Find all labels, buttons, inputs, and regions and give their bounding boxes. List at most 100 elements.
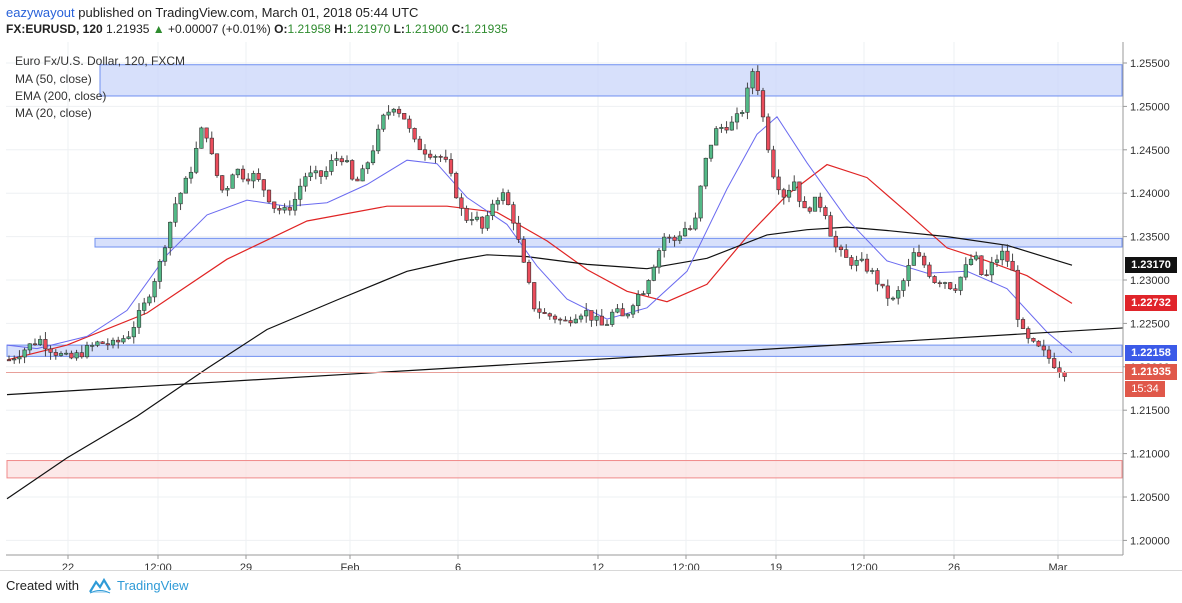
candle-down <box>807 207 812 212</box>
candle-down <box>105 343 110 346</box>
candle-up <box>630 305 636 315</box>
candle-up <box>792 181 797 191</box>
candle-down <box>672 236 677 241</box>
candle-down <box>506 192 511 206</box>
candle-up <box>64 352 69 355</box>
candle-up <box>958 276 963 291</box>
price-tick-label: 1.22500 <box>1130 318 1170 330</box>
legend-ma50[interactable]: MA (50, close) <box>15 72 92 86</box>
candle-down <box>116 339 121 343</box>
candle-up <box>381 114 386 130</box>
trendline <box>6 327 1128 396</box>
candle-up <box>786 189 792 198</box>
candle-up <box>490 203 495 216</box>
candle-up <box>178 192 183 205</box>
candle-up <box>292 198 298 211</box>
candle-up <box>1000 250 1005 261</box>
candle-down <box>932 276 937 283</box>
candle-up <box>594 315 599 321</box>
candle-down <box>412 128 417 140</box>
time-tick-label: 12:00 <box>850 562 878 570</box>
candle-up <box>308 172 313 178</box>
candle-down <box>396 108 402 114</box>
candle-up <box>334 158 339 161</box>
candle-down <box>552 315 558 320</box>
price-chart[interactable]: 1.25500 1.25000 1.24500 1.24000 1.23500 1.230… <box>0 42 1182 574</box>
candle-down <box>823 207 828 216</box>
candle-up <box>662 236 667 251</box>
candle-down <box>1062 372 1067 377</box>
candle-down <box>781 189 786 198</box>
tradingview-link[interactable]: TradingView <box>117 578 189 593</box>
candle-down <box>818 196 823 208</box>
time-tick-label: 22 <box>62 562 74 570</box>
candle-down <box>771 149 776 178</box>
candle-down <box>1046 349 1052 359</box>
candle-up <box>147 296 152 304</box>
bar-countdown-label: 15:34 <box>1125 381 1165 398</box>
candle-down <box>1036 340 1041 347</box>
candle-down <box>620 308 625 317</box>
candle-up <box>188 171 194 179</box>
candle-up <box>615 308 620 313</box>
candle-up <box>173 203 178 223</box>
candle-down <box>1031 338 1036 342</box>
ma50-price-label: 1.22732 <box>1125 295 1177 312</box>
candle-down <box>568 320 573 324</box>
username-link[interactable]: eazywayout <box>6 5 75 20</box>
time-tick-label: 12 <box>592 562 604 570</box>
candle-up <box>636 294 641 307</box>
candle-down <box>885 285 890 299</box>
candle-up <box>651 266 656 281</box>
candle-up <box>994 259 1000 263</box>
candle-up <box>573 318 578 324</box>
ma20-price-label: 1.22158 <box>1125 345 1177 362</box>
published-text: published on TradingView.com, March 01, … <box>78 5 419 20</box>
candle-down <box>589 310 594 321</box>
tradingview-logo-icon[interactable] <box>88 576 112 601</box>
support-resistance-zones <box>6 64 1123 479</box>
candle-up <box>890 297 896 300</box>
candle-up <box>604 324 610 326</box>
candle-up <box>110 339 116 346</box>
candle-up <box>282 207 287 211</box>
candle-down <box>688 228 693 230</box>
price-tick-label: 1.20000 <box>1130 535 1170 547</box>
candle-down <box>6 359 12 362</box>
candle-up <box>12 358 17 361</box>
candle-up <box>157 260 162 282</box>
candle-down <box>875 270 880 285</box>
candle-up <box>27 343 32 351</box>
close-label: C: <box>451 22 465 36</box>
candle-down <box>953 288 958 291</box>
candle-down <box>318 170 324 177</box>
candles <box>6 65 1067 382</box>
candle-down <box>516 222 521 240</box>
candle-down <box>32 343 38 346</box>
legend-ema200[interactable]: EMA (200, close) <box>15 89 106 103</box>
legend-ma20[interactable]: MA (20, close) <box>15 106 92 120</box>
price-tick-label: 1.20500 <box>1130 492 1170 504</box>
ema200-price-label: 1.23170 <box>1125 257 1177 274</box>
candle-up <box>329 160 334 172</box>
candle-down <box>1041 345 1046 351</box>
candle-up <box>376 128 381 152</box>
time-tick-label: 29 <box>240 562 252 570</box>
candle-down <box>948 282 953 290</box>
candle-up <box>968 258 974 265</box>
candle-down <box>760 90 766 118</box>
symbol-label: FX:EURUSD, 120 <box>6 22 103 36</box>
time-tick-label: 26 <box>948 562 960 570</box>
candle-down <box>532 282 537 310</box>
candle-down <box>53 352 58 356</box>
candle-down <box>922 255 927 266</box>
candle-down <box>448 159 454 174</box>
high-value: 1.21970 <box>346 22 391 36</box>
candle-down <box>1026 328 1031 339</box>
candle-down <box>766 116 771 151</box>
time-ticks: 22 12:00 29 Feb 6 12 12:00 19 12:00 26 Mar <box>62 555 1068 574</box>
chart-canvas[interactable]: 1.25500 1.25000 1.24500 1.24000 1.23500 1.230… <box>0 42 1182 574</box>
candle-down <box>558 318 563 321</box>
candle-up <box>303 176 308 187</box>
candle-down <box>547 313 552 317</box>
